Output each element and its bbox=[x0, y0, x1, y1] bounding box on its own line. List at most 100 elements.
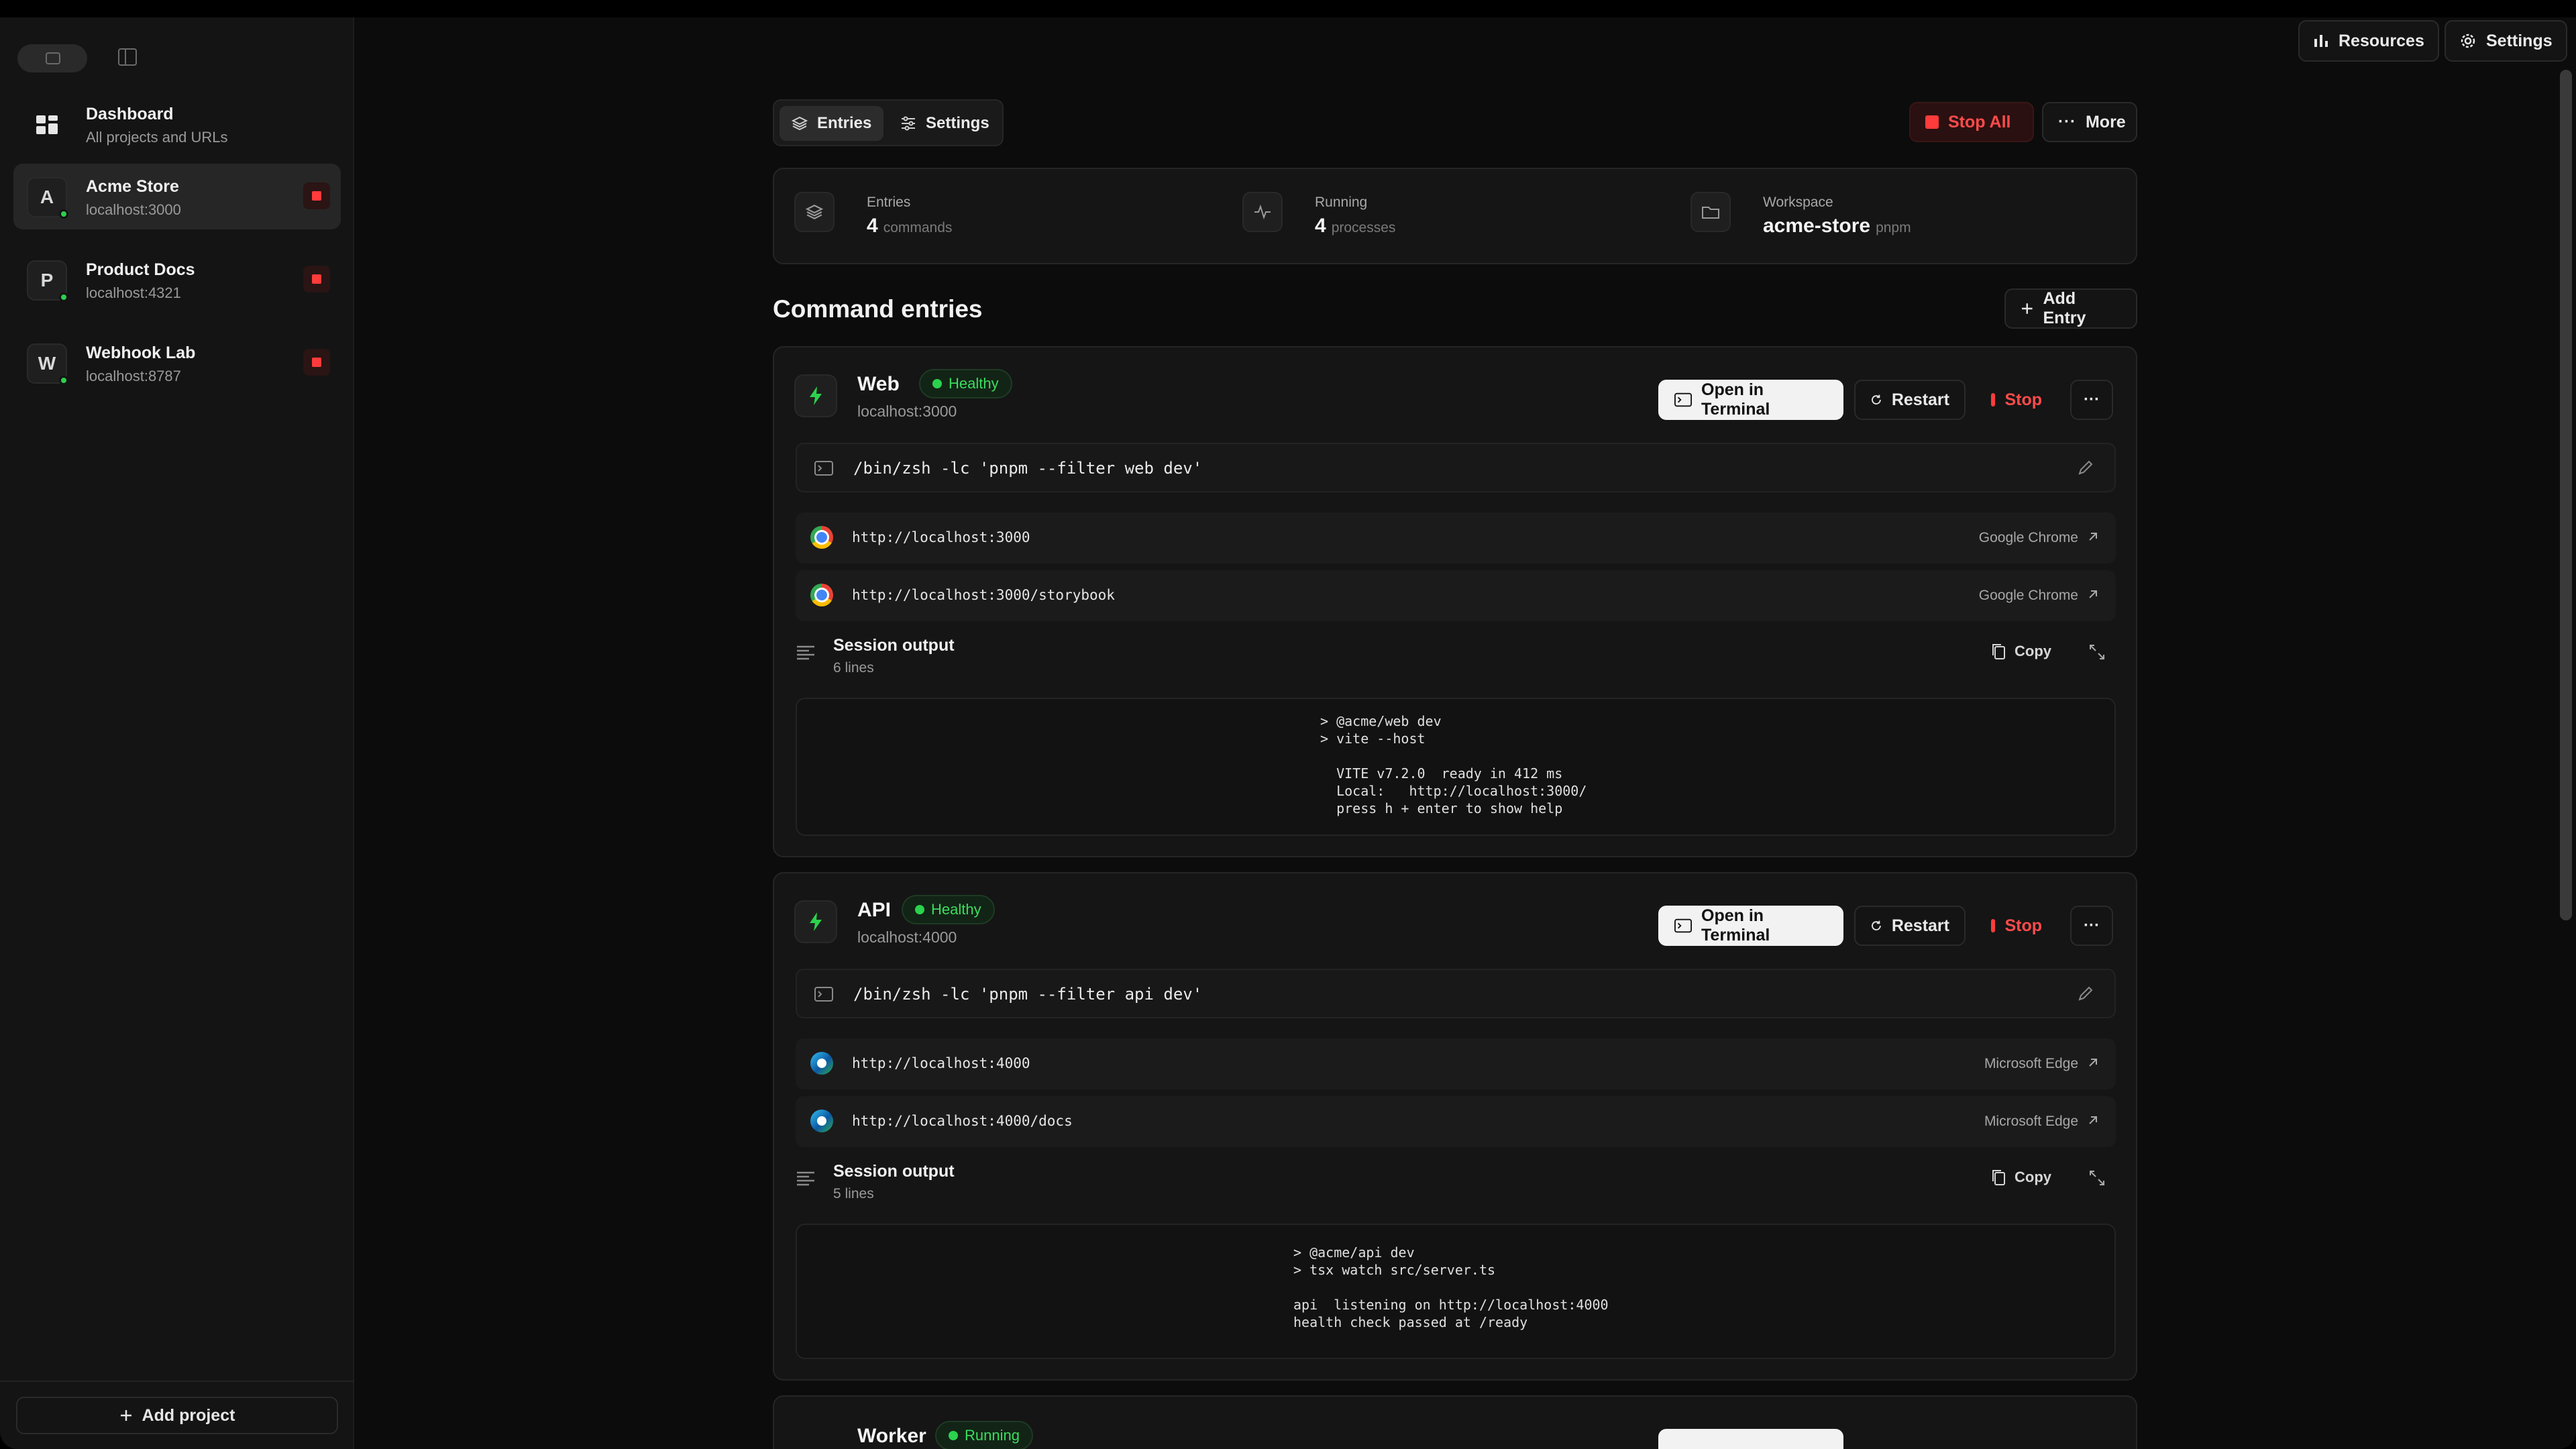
workspace-name: acme-store bbox=[1763, 215, 1871, 237]
resources-button[interactable]: Resources bbox=[2298, 20, 2439, 62]
sidebar-item-product-docs[interactable]: P Product Docs localhost:4321 bbox=[13, 247, 341, 313]
stop-button[interactable]: Stop bbox=[1975, 380, 2058, 420]
scrollbar[interactable] bbox=[2560, 70, 2572, 920]
stop-icon bbox=[312, 191, 321, 201]
entry-name: Worker bbox=[857, 1425, 926, 1447]
browser-name: Google Chrome bbox=[1978, 530, 2078, 545]
copy-button[interactable]: Copy bbox=[1990, 1169, 2051, 1186]
chrome-icon bbox=[810, 584, 833, 606]
section-title: Command entries bbox=[773, 295, 983, 323]
app-window: Dashboard All projects and URLs A Acme S… bbox=[0, 0, 2576, 1449]
status-dot bbox=[932, 379, 942, 388]
window-controls[interactable] bbox=[17, 44, 87, 72]
text-lines-icon bbox=[797, 645, 814, 660]
stop-icon bbox=[312, 274, 321, 284]
avatar: W bbox=[27, 343, 68, 385]
open-in-terminal-button[interactable]: Open in Terminal bbox=[1658, 380, 1843, 420]
stop-all-label: Stop All bbox=[1948, 112, 2011, 131]
stop-label: Stop bbox=[2004, 916, 2042, 935]
stop-all-button[interactable]: Stop All bbox=[1909, 102, 2034, 142]
external-link-icon[interactable] bbox=[2085, 1055, 2101, 1071]
stop-icon bbox=[1991, 393, 1996, 407]
gear-icon bbox=[2461, 34, 2475, 48]
status-text: Healthy bbox=[931, 901, 981, 918]
restart-button[interactable]: Restart bbox=[1854, 380, 1966, 420]
summary-label: Running bbox=[1315, 195, 1368, 210]
terminal-icon bbox=[814, 461, 833, 476]
terminal-icon bbox=[814, 987, 833, 1002]
restart-button[interactable]: Restart bbox=[1854, 906, 1966, 946]
url-row[interactable]: http://localhost:3000 Google Chrome bbox=[796, 513, 2116, 564]
avatar-initial: A bbox=[40, 186, 54, 207]
browser-name: Microsoft Edge bbox=[1984, 1056, 2078, 1071]
stop-icon bbox=[312, 358, 321, 367]
command-row[interactable]: /bin/zsh -lc 'pnpm --filter api dev' bbox=[796, 969, 2116, 1018]
copy-label: Copy bbox=[2015, 1169, 2051, 1185]
more-dots-icon: ··· bbox=[2084, 390, 2100, 409]
dashboard-icon bbox=[27, 105, 67, 145]
external-link-icon[interactable] bbox=[2085, 1112, 2101, 1128]
workspace-manager: pnpm bbox=[1876, 220, 1911, 235]
stop-button[interactable]: Stop bbox=[1975, 906, 2058, 946]
entries-count: 4 bbox=[867, 215, 878, 237]
pencil-icon[interactable] bbox=[2077, 459, 2094, 476]
entry-host: localhost:3000 bbox=[857, 402, 957, 420]
status-dot bbox=[949, 1431, 958, 1440]
expand-icon[interactable] bbox=[2088, 643, 2106, 661]
add-project-label: Add project bbox=[142, 1405, 235, 1425]
tab-settings[interactable]: Settings bbox=[888, 106, 1002, 141]
open-terminal-label: Open in Terminal bbox=[1701, 906, 1770, 945]
copy-button[interactable]: Copy bbox=[1990, 643, 2051, 660]
external-link-icon[interactable] bbox=[2085, 529, 2101, 545]
expand-icon[interactable] bbox=[2088, 1169, 2106, 1187]
session-title: Session output bbox=[833, 1162, 955, 1181]
restart-label: Restart bbox=[1891, 916, 1949, 935]
summary-label: Entries bbox=[867, 195, 911, 210]
open-in-terminal-button[interactable] bbox=[1658, 1429, 1843, 1449]
url-text: http://localhost:4000/docs bbox=[852, 1113, 1073, 1129]
settings-button[interactable]: Settings bbox=[2445, 20, 2567, 62]
stop-project-button[interactable] bbox=[303, 349, 330, 376]
resources-label: Resources bbox=[2339, 31, 2424, 50]
project-host: localhost:3000 bbox=[86, 201, 181, 218]
stop-project-button[interactable] bbox=[303, 182, 330, 209]
more-dots-icon: ··· bbox=[2084, 916, 2100, 934]
sidebar: Dashboard All projects and URLs A Acme S… bbox=[0, 17, 354, 1449]
command-row[interactable]: /bin/zsh -lc 'pnpm --filter web dev' bbox=[796, 443, 2116, 492]
session-title: Session output bbox=[833, 636, 955, 655]
sidebar-toggle-icon[interactable] bbox=[118, 48, 137, 66]
pencil-icon[interactable] bbox=[2077, 985, 2094, 1002]
sidebar-item-acme-store[interactable]: A Acme Store localhost:3000 bbox=[13, 164, 341, 229]
project-name: Product Docs bbox=[86, 260, 195, 279]
url-text: http://localhost:4000 bbox=[852, 1055, 1030, 1071]
running-count: 4 bbox=[1315, 215, 1326, 237]
external-link-icon[interactable] bbox=[2085, 586, 2101, 602]
stop-project-button[interactable] bbox=[303, 266, 330, 292]
tab-entries[interactable]: Entries bbox=[780, 106, 884, 141]
sidebar-divider bbox=[0, 1381, 354, 1382]
url-row[interactable]: http://localhost:3000/storybook Google C… bbox=[796, 570, 2116, 621]
url-row[interactable]: http://localhost:4000/docs Microsoft Edg… bbox=[796, 1096, 2116, 1147]
add-project-button[interactable]: Add project bbox=[16, 1397, 338, 1434]
layers-icon bbox=[792, 116, 808, 131]
tab-label: Entries bbox=[817, 114, 872, 132]
entry-more-button[interactable]: ··· bbox=[2070, 380, 2113, 420]
terminal-icon bbox=[1674, 392, 1693, 407]
window-icon bbox=[46, 52, 60, 64]
summary-value: acme-store pnpm bbox=[1763, 215, 1911, 237]
copy-icon bbox=[1992, 644, 2005, 659]
add-entry-button[interactable]: Add Entry bbox=[2004, 288, 2137, 329]
sidebar-item-dashboard[interactable]: Dashboard All projects and URLs bbox=[13, 91, 341, 157]
restart-label: Restart bbox=[1891, 390, 1949, 409]
command-text: /bin/zsh -lc 'pnpm --filter web dev' bbox=[853, 459, 1203, 478]
entry-more-button[interactable]: ··· bbox=[2070, 906, 2113, 946]
command-text: /bin/zsh -lc 'pnpm --filter api dev' bbox=[853, 985, 1203, 1004]
sidebar-item-webhook-lab[interactable]: W Webhook Lab localhost:8787 bbox=[13, 330, 341, 396]
copy-icon bbox=[1992, 1170, 2005, 1185]
url-row[interactable]: http://localhost:4000 Microsoft Edge bbox=[796, 1038, 2116, 1089]
avatar: A bbox=[27, 177, 68, 219]
status-dot bbox=[915, 905, 924, 914]
more-button[interactable]: ··· More bbox=[2042, 102, 2137, 142]
browser-name: Microsoft Edge bbox=[1984, 1114, 2078, 1129]
open-in-terminal-button[interactable]: Open in Terminal bbox=[1658, 906, 1843, 946]
